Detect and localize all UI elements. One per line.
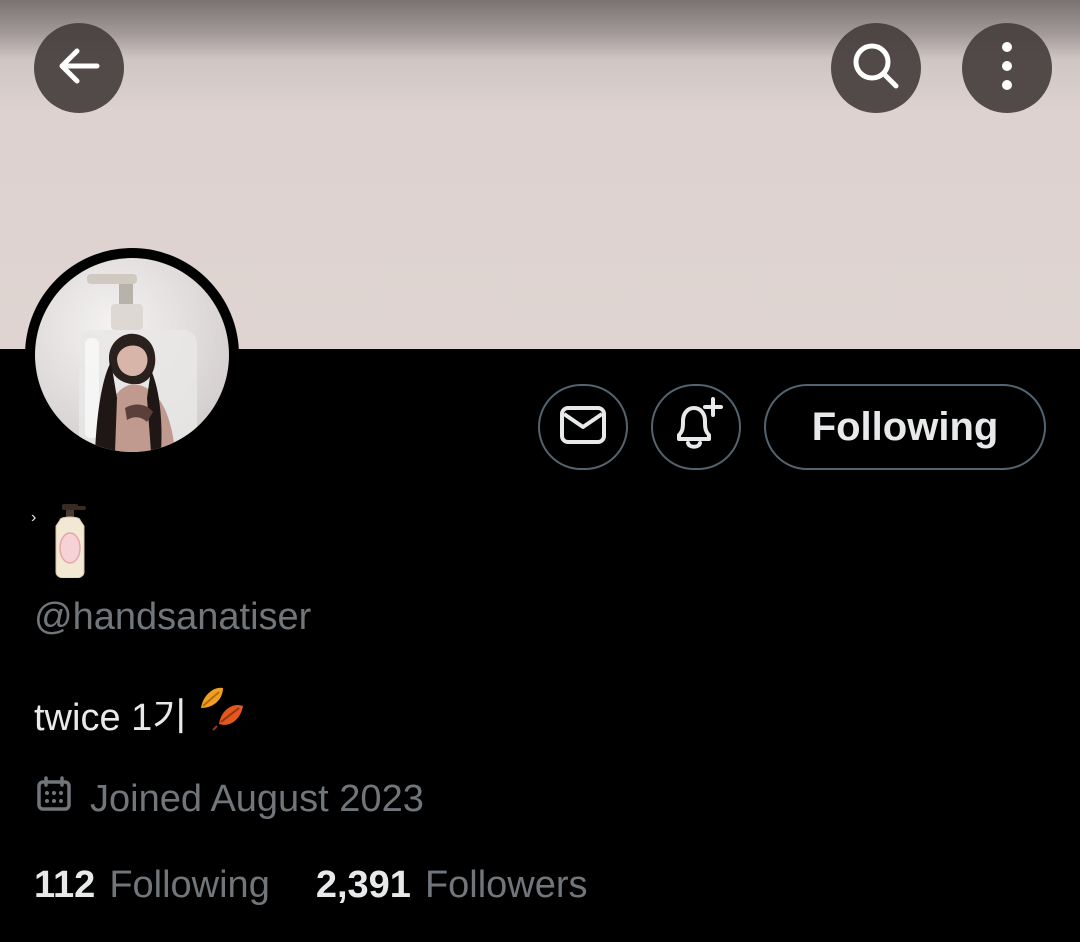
- profile-handle: @handsanatiser: [34, 596, 312, 638]
- calendar-icon: [36, 776, 72, 822]
- lotion-bottle-emoji: [50, 504, 90, 583]
- bio-text: twice 1기: [34, 696, 188, 739]
- followers-count-link[interactable]: 2,391 Followers: [316, 864, 588, 907]
- profile-avatar[interactable]: [25, 248, 239, 462]
- display-name-text: ›: [31, 509, 37, 526]
- followers-count: 2,391: [315, 864, 411, 906]
- more-vertical-icon: [1000, 40, 1014, 97]
- fallen-leaves-emoji: [197, 684, 247, 742]
- envelope-icon: [559, 405, 607, 450]
- joined-date: Joined August 2023: [36, 776, 424, 822]
- message-button[interactable]: [538, 384, 628, 470]
- search-button[interactable]: [831, 23, 921, 113]
- profile-bio: twice 1기: [34, 684, 247, 742]
- following-count-link[interactable]: 112 Following: [34, 864, 270, 907]
- back-button[interactable]: [34, 23, 124, 113]
- joined-text: Joined August 2023: [90, 777, 424, 820]
- following-button-label: Following: [811, 404, 999, 449]
- following-count: 112: [34, 864, 96, 906]
- notifications-button[interactable]: [651, 384, 741, 470]
- follow-stats: 112 Following 2,391 Followers: [34, 864, 588, 907]
- followers-label: Followers: [424, 864, 588, 906]
- search-icon: [848, 38, 904, 99]
- following-label: Following: [109, 864, 270, 906]
- more-options-button[interactable]: [962, 23, 1052, 113]
- following-toggle-button[interactable]: Following: [764, 384, 1046, 470]
- avatar-image: [35, 258, 229, 452]
- back-arrow-icon: [53, 40, 105, 97]
- bell-plus-icon: [669, 396, 723, 458]
